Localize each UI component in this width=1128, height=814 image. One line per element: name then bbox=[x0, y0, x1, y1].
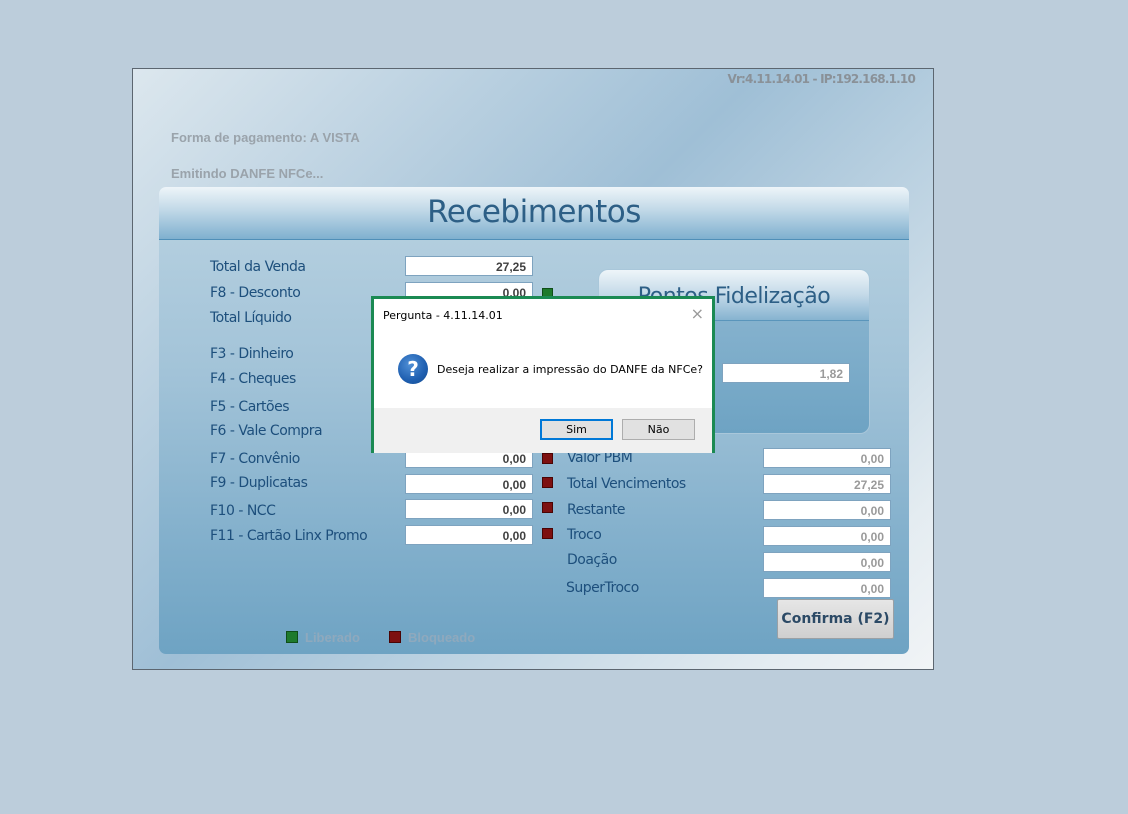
payment-method-label: Forma de pagamento: A VISTA bbox=[171, 130, 360, 145]
ncc-status-indicator bbox=[542, 502, 553, 513]
label-restante: Restante bbox=[567, 502, 626, 518]
confirm-button[interactable]: Confirma (F2) bbox=[777, 599, 894, 639]
panel-title: Recebimentos bbox=[427, 194, 641, 230]
no-button[interactable]: Não bbox=[622, 419, 695, 440]
cartao-linx-promo-field[interactable]: 0,00 bbox=[405, 525, 533, 545]
doacao-field: 0,00 bbox=[763, 552, 891, 572]
label-cartao-linx-promo[interactable]: F11 - Cartão Linx Promo bbox=[210, 528, 368, 544]
label-vale-compra[interactable]: F6 - Vale Compra bbox=[210, 423, 323, 439]
confirmation-dialog: Pergunta - 4.11.14.01 × ? Deseja realiza… bbox=[371, 296, 715, 453]
label-supertroco: SuperTroco bbox=[566, 580, 639, 596]
status-label: Emitindo DANFE NFCe... bbox=[171, 166, 324, 181]
label-doacao: Doação bbox=[567, 552, 617, 568]
total-venda-field: 27,25 bbox=[405, 256, 533, 276]
yes-button[interactable]: Sim bbox=[540, 419, 613, 440]
question-icon: ? bbox=[398, 354, 428, 384]
label-ncc[interactable]: F10 - NCC bbox=[210, 503, 276, 519]
label-cartoes[interactable]: F5 - Cartões bbox=[210, 399, 289, 415]
close-icon[interactable]: × bbox=[691, 304, 704, 323]
restante-field: 0,00 bbox=[763, 500, 891, 520]
duplicatas-field[interactable]: 0,00 bbox=[405, 474, 533, 494]
troco-field: 0,00 bbox=[763, 526, 891, 546]
label-duplicatas[interactable]: F9 - Duplicatas bbox=[210, 475, 308, 491]
dialog-message: Deseja realizar a impressão do DANFE da … bbox=[437, 363, 704, 376]
legend-bloqueado-swatch bbox=[389, 631, 401, 643]
supertroco-field: 0,00 bbox=[763, 578, 891, 598]
label-dinheiro[interactable]: F3 - Dinheiro bbox=[210, 346, 294, 362]
label-total-vencimentos: Total Vencimentos bbox=[567, 476, 686, 492]
cartao-linx-promo-status-indicator bbox=[542, 528, 553, 539]
convenio-status-indicator bbox=[542, 453, 553, 464]
total-vencimentos-field: 27,25 bbox=[763, 474, 891, 494]
label-total-liquido: Total Líquido bbox=[210, 310, 292, 326]
panel-header: Recebimentos bbox=[159, 187, 909, 240]
version-label: Vr:4.11.14.01 - IP:192.168.1.10 bbox=[727, 72, 915, 86]
ncc-field[interactable]: 0,00 bbox=[405, 499, 533, 519]
label-convenio[interactable]: F7 - Convênio bbox=[210, 451, 300, 467]
legend-liberado-label: Liberado bbox=[305, 630, 360, 645]
legend-bloqueado-label: Bloqueado bbox=[408, 630, 476, 645]
label-troco: Troco bbox=[567, 527, 602, 543]
dialog-title: Pergunta - 4.11.14.01 bbox=[383, 309, 503, 322]
pontos-field: 1,82 bbox=[722, 363, 850, 383]
duplicatas-status-indicator bbox=[542, 477, 553, 488]
label-cheques[interactable]: F4 - Cheques bbox=[210, 371, 296, 387]
valor-pbm-field: 0,00 bbox=[763, 448, 891, 468]
dialog-footer: Sim Não bbox=[374, 408, 712, 453]
label-desconto[interactable]: F8 - Desconto bbox=[210, 285, 301, 301]
legend-liberado-swatch bbox=[286, 631, 298, 643]
label-total-venda: Total da Venda bbox=[210, 259, 306, 275]
